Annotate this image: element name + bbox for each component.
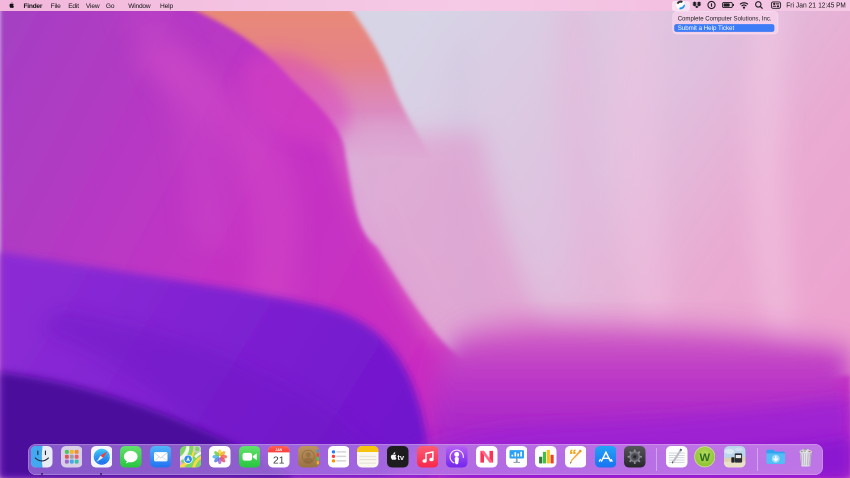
svg-text:File: File xyxy=(51,3,62,10)
svg-text:Finder: Finder xyxy=(24,3,43,10)
svg-text:View: View xyxy=(86,3,100,10)
svg-text:21: 21 xyxy=(273,456,285,467)
svg-text:Submit a Help Ticket: Submit a Help Ticket xyxy=(678,25,735,32)
svg-text:JAN: JAN xyxy=(276,448,283,452)
svg-text:W: W xyxy=(699,452,710,464)
svg-text:Help: Help xyxy=(160,3,173,10)
svg-text:Go: Go xyxy=(106,3,115,10)
svg-text:Edit: Edit xyxy=(68,3,79,10)
svg-text:tv: tv xyxy=(397,453,405,462)
svg-text:Complete Computer Solutions, I: Complete Computer Solutions, Inc. xyxy=(678,15,772,22)
svg-text:Fri Jan 21: Fri Jan 21 xyxy=(786,3,816,10)
svg-text:Window: Window xyxy=(128,3,151,10)
svg-text:12:45 PM: 12:45 PM xyxy=(818,3,846,10)
